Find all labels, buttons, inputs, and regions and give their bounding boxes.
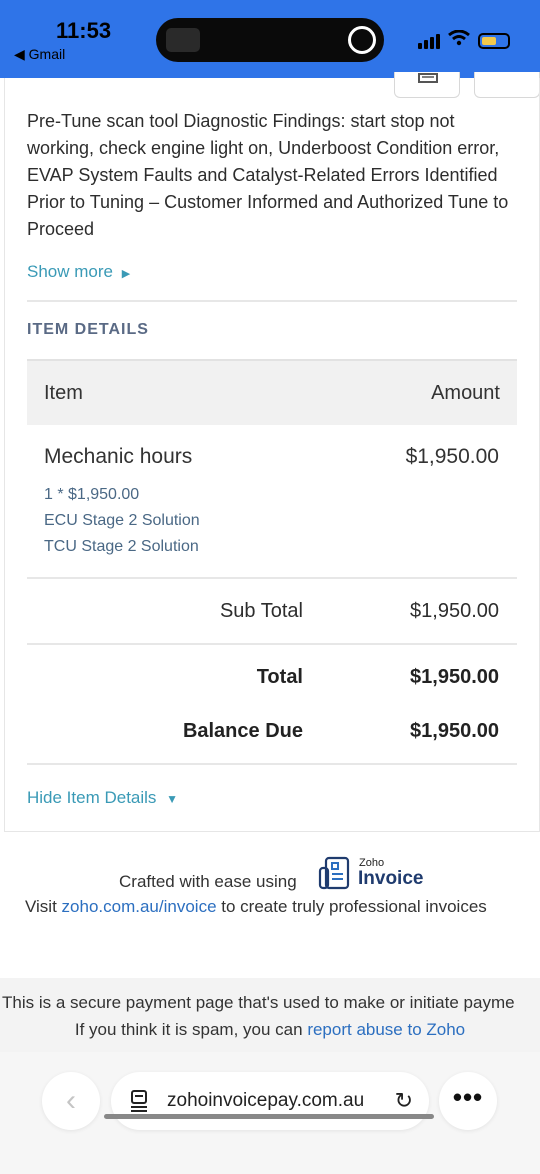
report-abuse-link[interactable]: report abuse to Zoho xyxy=(307,1020,465,1039)
divider xyxy=(27,763,517,765)
column-header-amount: Amount xyxy=(431,382,500,404)
balance-due-label: Balance Due xyxy=(182,720,303,742)
status-icons xyxy=(418,29,510,49)
line-item-amount: $1,950.00 xyxy=(405,445,499,468)
visit-prefix: Visit xyxy=(25,897,57,916)
line-item-description: ECU Stage 2 Solution xyxy=(44,512,200,529)
subtotal-label: Sub Total xyxy=(219,600,303,622)
battery-icon xyxy=(478,33,510,49)
total-label: Total xyxy=(256,666,303,688)
column-header-item: Item xyxy=(44,382,83,404)
wifi-icon xyxy=(448,29,470,49)
invoice-card: Pre-Tune scan tool Diagnostic Findings: … xyxy=(4,78,540,832)
item-details-title: ITEM DETAILS xyxy=(27,321,149,338)
secure-notice-text: This is a secure payment page that's use… xyxy=(2,993,515,1012)
show-more-link[interactable]: Show more ▶ xyxy=(27,262,130,282)
divider xyxy=(27,643,517,645)
page-menu-icon[interactable] xyxy=(129,1090,149,1112)
report-abuse-line: If you think it is spam, you can report … xyxy=(0,1020,540,1040)
chevron-left-icon: ‹ xyxy=(66,1084,76,1117)
caret-down-icon: ▼ xyxy=(166,792,179,806)
secure-notice: This is a secure payment page that's use… xyxy=(0,978,540,1052)
dynamic-island xyxy=(156,18,384,62)
brand-invoice: Invoice xyxy=(358,868,424,889)
visit-suffix: to create truly professional invoices xyxy=(221,897,487,916)
home-indicator xyxy=(104,1114,434,1119)
back-to-app-link[interactable]: ◀ Gmail xyxy=(14,46,65,63)
caret-right-icon: ▶ xyxy=(121,268,131,280)
zoho-invoice-link[interactable]: zoho.com.au/invoice xyxy=(62,897,217,916)
hide-item-details-link[interactable]: Hide Item Details ▼ xyxy=(27,788,178,808)
balance-due-value: $1,950.00 xyxy=(410,720,499,742)
show-more-label: Show more xyxy=(27,262,113,281)
divider xyxy=(27,300,517,302)
browser-back-button[interactable]: ‹ xyxy=(42,1072,100,1130)
crafted-with-line: Crafted with ease using xyxy=(0,852,540,892)
status-time: 11:53 xyxy=(56,18,112,43)
line-item-quantity: 1 * $1,950.00 xyxy=(44,486,140,503)
zoho-invoice-logo-icon xyxy=(318,856,350,890)
line-item-title: Mechanic hours xyxy=(44,445,193,468)
report-abuse-prefix: If you think it is spam, you can xyxy=(74,1020,303,1039)
more-options-button[interactable]: ••• xyxy=(439,1072,497,1130)
subtotal-value: $1,950.00 xyxy=(410,600,499,622)
more-dots-icon: ••• xyxy=(452,1082,484,1112)
line-item-description: TCU Stage 2 Solution xyxy=(44,538,199,555)
visit-line: Visit zoho.com.au/invoice to create trul… xyxy=(25,897,487,917)
reload-icon[interactable]: ↻ xyxy=(395,1088,413,1114)
media-thumbnail xyxy=(166,28,200,52)
activity-ring-icon xyxy=(348,26,376,54)
crafted-text: Crafted with ease using xyxy=(119,872,297,891)
url-text: zohoinvoicepay.com.au xyxy=(167,1090,365,1111)
divider xyxy=(27,577,517,579)
hide-item-details-label: Hide Item Details xyxy=(27,788,157,807)
invoice-notes: Pre-Tune scan tool Diagnostic Findings: … xyxy=(27,111,509,239)
browser-toolbar: ‹ zohoinvoicepay.com.au ↻ ••• xyxy=(0,1052,540,1174)
total-value: $1,950.00 xyxy=(410,666,499,688)
cellular-signal-icon xyxy=(418,34,440,49)
status-bar: 11:53 ◀ Gmail xyxy=(0,0,540,78)
table-header: Item Amount xyxy=(27,359,517,425)
address-bar[interactable]: zohoinvoicepay.com.au ↻ xyxy=(111,1072,429,1130)
